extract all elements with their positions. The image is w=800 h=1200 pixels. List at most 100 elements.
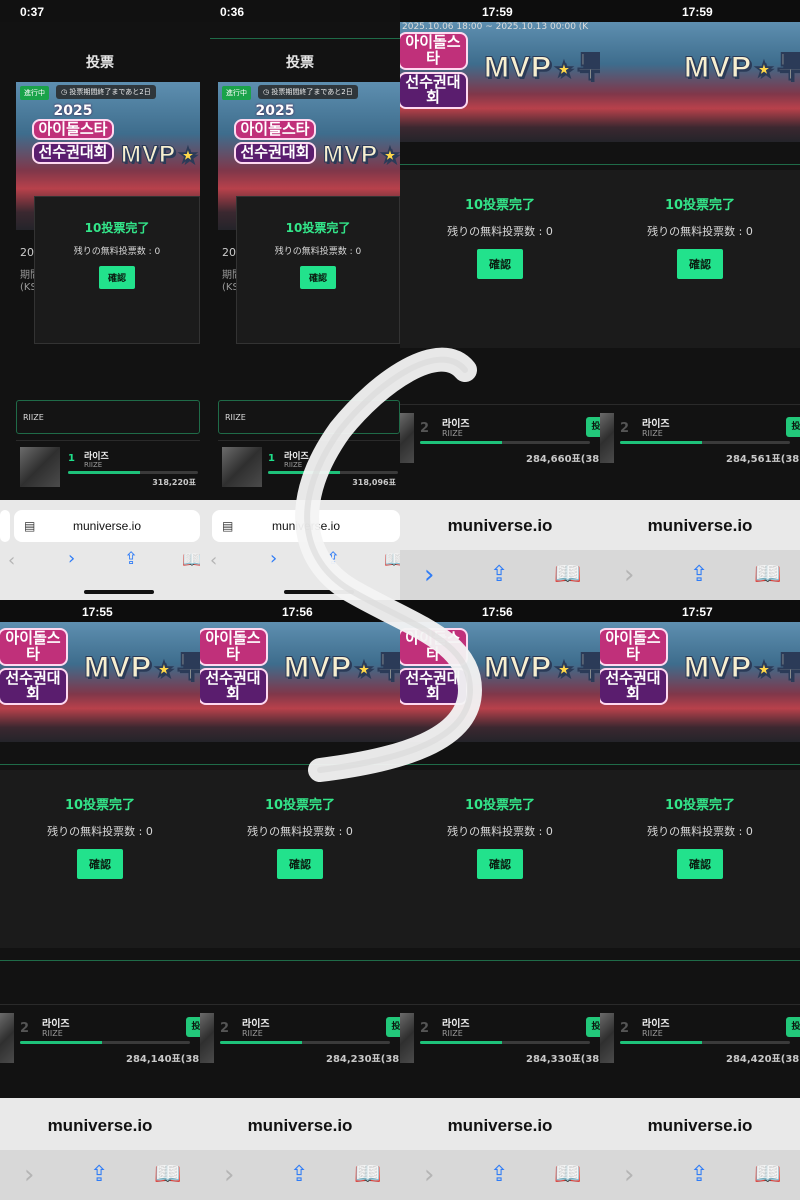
mvp-title: MVP★투 (483, 51, 600, 85)
bookmarks-icon[interactable]: 📖 (384, 552, 400, 568)
vote-count: 284,140표(38 (126, 1054, 200, 1065)
vote-progress-bar (420, 441, 590, 444)
vote-count: 318,096표 (352, 478, 396, 487)
address-bar[interactable] (0, 510, 10, 542)
logo-line2: 선수권대회 (0, 667, 68, 705)
share-icon[interactable]: ⇪ (690, 564, 708, 586)
confirm-button[interactable]: 確認 (277, 849, 323, 879)
forward-chevron-icon[interactable]: › (624, 1162, 634, 1188)
artist-filter-label: RIIZE (23, 413, 44, 422)
vote-count: 284,230표(38 (326, 1054, 400, 1065)
artist-filter-box[interactable]: RIIZE (16, 400, 200, 434)
back-chevron-icon[interactable]: ‹ (210, 552, 217, 570)
rank-number: 2 (620, 421, 630, 436)
event-banner: MVP ★ 투 (600, 22, 800, 142)
logo-line2: 선수권대회 (400, 667, 468, 705)
vote-count: 318,220표 (152, 478, 196, 487)
vote-progress-bar (268, 471, 398, 474)
period-info: ◷ 投票期間終了まであと2日 (258, 85, 358, 99)
event-banner: 아이돌스타 선수권대회 MVP ★ 투 (0, 622, 200, 742)
forward-chevron-icon[interactable]: › (424, 1162, 434, 1188)
url-text[interactable]: muniverse.io (400, 516, 600, 536)
share-icon[interactable]: ⇪ (124, 551, 138, 568)
address-bar[interactable]: ▤ muniverse.io (212, 510, 400, 542)
forward-chevron-icon[interactable]: › (270, 550, 277, 568)
dialog-title: 10投票完了 (64, 798, 136, 813)
status-time: 0:36 (220, 5, 245, 19)
url-text[interactable]: muniverse.io (400, 1116, 600, 1136)
screenshot-panel-bottom-4: 17:57 아이돌스타 선수권대회 MVP ★ 투 10投票完了 残りの無料投票数 … (600, 600, 800, 1200)
share-icon[interactable]: ⇪ (490, 564, 508, 586)
forward-chevron-icon[interactable]: › (68, 550, 75, 568)
dialog-remaining: 残りの無料投票数 : 0 (274, 247, 362, 257)
screenshot-panel-1759b: 17:59 MVP ★ 투 10投票完了 残りの無料投票数 : 0 確認 2 라이즈… (600, 0, 800, 600)
url-text[interactable]: muniverse.io (600, 1116, 800, 1136)
bookmarks-icon[interactable]: 📖 (754, 564, 781, 586)
share-icon[interactable]: ⇪ (290, 1164, 308, 1186)
vote-button[interactable]: 投 (586, 1017, 600, 1037)
ranking-row[interactable]: 2 라이즈 RIIZE 284,660표(38 投 (400, 404, 600, 466)
ranking-row[interactable]: 1 라이즈 RIIZE 318,096표 (218, 440, 400, 496)
bookmarks-icon[interactable]: 📖 (182, 552, 200, 568)
vote-count: 284,420표(38 (726, 1054, 800, 1065)
confirm-button[interactable]: 確認 (477, 849, 523, 879)
confirm-button[interactable]: 確認 (98, 266, 135, 289)
partial-year: 20 (20, 246, 34, 259)
artist-thumbnail (600, 1013, 614, 1063)
vote-button[interactable]: 投 (386, 1017, 400, 1037)
vote-button[interactable]: 投 (186, 1017, 200, 1037)
mvp-title: MVP★투 (683, 51, 800, 85)
tabs-icon[interactable]: ▤ (222, 510, 233, 542)
dialog-remaining: 残りの無料投票数 : 0 (447, 225, 553, 238)
url-text[interactable]: muniverse.io (600, 516, 800, 536)
vote-complete-dialog: 10投票完了 残りの無料投票数 : 0 確認 (400, 170, 600, 348)
url-text[interactable]: muniverse.io (200, 1116, 400, 1136)
share-icon[interactable]: ⇪ (490, 1164, 508, 1186)
share-icon[interactable]: ⇪ (326, 551, 340, 568)
ranking-row[interactable]: 2 라이즈 RIIZE 284,330표(38 投 (400, 1004, 600, 1066)
confirm-button[interactable]: 確認 (299, 266, 336, 289)
vote-button[interactable]: 投 (786, 1017, 800, 1037)
ranking-row[interactable]: 2 라이즈 RIIZE 284,420표(38 投 (600, 1004, 800, 1066)
period-info: ◷ 投票期間終了まであと2日 (56, 85, 156, 99)
status-bar: 0:37 (0, 0, 200, 22)
share-icon[interactable]: ⇪ (690, 1164, 708, 1186)
ranking-row[interactable]: 1 라이즈 RIIZE 318,220표 (16, 440, 200, 496)
status-bar: 17:55 (0, 600, 200, 622)
forward-chevron-icon[interactable]: › (424, 562, 434, 588)
artist-name: 라이즈 (242, 1019, 270, 1030)
rank-number: 2 (20, 1021, 30, 1036)
status-bar: 17:59 (400, 0, 600, 22)
dialog-remaining: 残りの無料投票数 : 0 (47, 825, 153, 838)
logo-line1: 아이돌스타 (200, 628, 268, 666)
artist-name: 라이즈 (642, 1019, 670, 1030)
vote-button[interactable]: 投 (586, 417, 600, 437)
tabs-icon[interactable]: ▤ (24, 510, 35, 542)
url-text[interactable]: muniverse.io (0, 1116, 200, 1136)
mvp-title: MVP★투 (683, 651, 800, 685)
screenshot-panel-bottom-3: 17:56 아이돌스타 선수권대회 MVP ★ 투 10投票完了 残りの無料投票数 … (400, 600, 600, 1200)
ranking-row[interactable]: 2 라이즈 RIIZE 284,140표(38 投 (0, 1004, 200, 1066)
vote-complete-dialog: 10投票完了 残りの無料投票数 : 0 確認 (400, 770, 600, 948)
back-chevron-icon[interactable]: ‹ (8, 552, 15, 570)
forward-chevron-icon[interactable]: › (224, 1162, 234, 1188)
vote-button[interactable]: 投 (786, 417, 800, 437)
confirm-button[interactable]: 確認 (677, 849, 723, 879)
confirm-button[interactable]: 確認 (77, 849, 123, 879)
bookmarks-icon[interactable]: 📖 (754, 1164, 781, 1186)
ranking-row[interactable]: 2 라이즈 RIIZE 284,230표(38 投 (200, 1004, 400, 1066)
confirm-button[interactable]: 確認 (677, 249, 723, 279)
address-bar-left[interactable]: ▤ muniverse.io (14, 510, 200, 542)
bookmarks-icon[interactable]: 📖 (554, 564, 581, 586)
artist-filter-box[interactable]: RIIZE (218, 400, 400, 434)
forward-chevron-icon[interactable]: › (24, 1162, 34, 1188)
logo-year: 2025 (53, 103, 93, 119)
share-icon[interactable]: ⇪ (90, 1164, 108, 1186)
bookmarks-icon[interactable]: 📖 (154, 1164, 181, 1186)
ranking-row[interactable]: 2 라이즈 RIIZE 284,561표(38 投 (600, 404, 800, 466)
forward-chevron-icon[interactable]: › (624, 562, 634, 588)
confirm-button[interactable]: 確認 (477, 249, 523, 279)
bookmarks-icon[interactable]: 📖 (554, 1164, 581, 1186)
bookmarks-icon[interactable]: 📖 (354, 1164, 381, 1186)
rank-number: 1 (268, 453, 275, 464)
